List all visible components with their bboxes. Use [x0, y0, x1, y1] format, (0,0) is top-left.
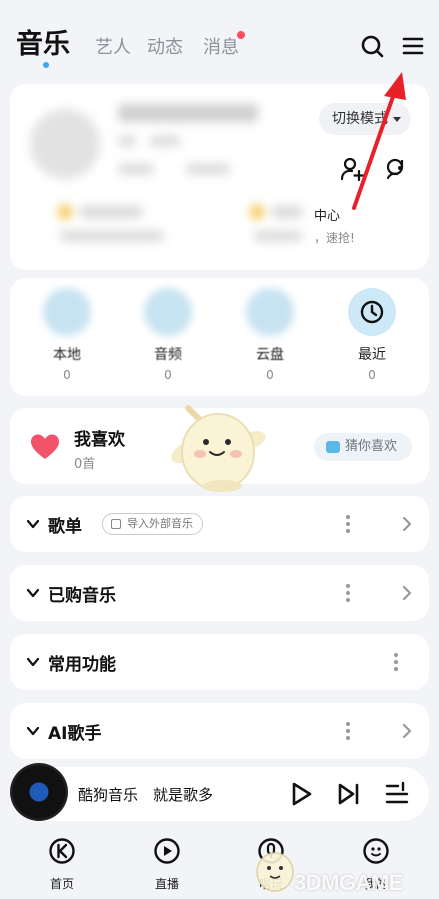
tab-feed[interactable]: 动态 — [147, 33, 183, 59]
quick-entry-label: 本地 — [53, 347, 81, 363]
blurred-profile-info — [10, 84, 305, 270]
section-playlists[interactable]: 歌单 导入外部音乐 — [10, 496, 429, 552]
player-track-title: 酷狗音乐 就是歌多 — [78, 786, 214, 804]
section-title: 常用功能 — [48, 655, 116, 675]
section-ai-singer[interactable]: AI歌手 — [10, 703, 429, 759]
quick-entry-audio[interactable]: 音频 0 — [133, 288, 203, 382]
quick-entry-label: 云盘 — [256, 347, 284, 363]
tab-artists[interactable]: 艺人 — [95, 33, 131, 59]
chevron-down-icon[interactable] — [26, 724, 40, 738]
kugou-home-icon — [49, 838, 75, 864]
import-external-music-button[interactable]: 导入外部音乐 — [102, 513, 203, 535]
guess-button-label: 猜你喜欢 — [345, 439, 398, 454]
quick-entry-count: 0 — [63, 368, 71, 382]
favorites-count: 0首 — [74, 457, 96, 472]
chevron-down-icon[interactable] — [26, 655, 40, 669]
more-options-icon[interactable] — [346, 721, 350, 741]
live-play-icon — [154, 838, 180, 864]
quick-entry-recent[interactable]: 最近 0 — [337, 288, 407, 382]
more-options-icon[interactable] — [346, 583, 350, 603]
menu-icon[interactable] — [401, 34, 425, 58]
album-disc[interactable] — [10, 763, 68, 821]
quick-entry-count: 0 — [368, 368, 376, 382]
nav-live[interactable]: 直播 — [137, 837, 197, 892]
section-title: 已购音乐 — [48, 586, 116, 606]
nav-label: 直播 — [154, 877, 179, 891]
clock-icon — [348, 288, 396, 336]
mascot-illustration — [171, 405, 266, 492]
audio-icon — [144, 288, 192, 336]
quick-entries-card: 本地 0 音频 0 云盘 0 最近 0 — [10, 278, 429, 396]
guess-you-like-button[interactable]: 猜你喜欢 — [314, 433, 412, 461]
annotation-arrow — [352, 72, 406, 210]
chevron-down-icon[interactable] — [26, 586, 40, 600]
vip-grab-label: ，速抢! — [314, 231, 355, 245]
site-watermark: 3DMGAME — [252, 838, 439, 896]
top-tab-bar: 音乐 艺人 动态 消息 — [0, 0, 439, 78]
heart-icon — [31, 434, 59, 459]
nav-home[interactable]: 首页 — [32, 837, 92, 892]
chevron-right-icon[interactable] — [400, 585, 414, 601]
more-options-icon[interactable] — [346, 514, 350, 534]
guess-icon — [326, 441, 340, 453]
quick-entry-label: 音频 — [154, 347, 182, 363]
tab-music[interactable]: 音乐 — [16, 22, 70, 61]
import-icon — [111, 519, 121, 529]
active-tab-indicator — [43, 62, 49, 68]
quick-entry-local[interactable]: 本地 0 — [32, 288, 102, 382]
chevron-right-icon[interactable] — [400, 516, 414, 532]
favorites-title: 我喜欢 — [74, 430, 125, 450]
section-common-functions[interactable]: 常用功能 — [10, 634, 429, 690]
cloud-disk-icon — [246, 288, 294, 336]
nav-label: 首页 — [49, 877, 74, 891]
chevron-right-icon[interactable] — [400, 723, 414, 739]
search-icon[interactable] — [360, 34, 384, 58]
next-track-icon[interactable] — [336, 781, 362, 807]
quick-entry-count: 0 — [266, 368, 274, 382]
play-icon[interactable] — [288, 781, 314, 807]
watermark-mascot-icon — [256, 852, 294, 892]
playlist-icon[interactable] — [384, 781, 410, 807]
mini-player[interactable]: 酷狗音乐 就是歌多 — [10, 763, 429, 821]
more-options-icon[interactable] — [394, 652, 398, 672]
avatar[interactable] — [30, 109, 100, 179]
quick-entry-count: 0 — [164, 368, 172, 382]
watermark-text: 3DMGAME — [294, 870, 403, 895]
vip-center-label[interactable]: 中心 — [314, 205, 340, 224]
chevron-down-icon[interactable] — [26, 517, 40, 531]
quick-entry-cloud[interactable]: 云盘 0 — [235, 288, 305, 382]
tab-messages[interactable]: 消息 — [203, 33, 239, 59]
local-music-icon — [43, 288, 91, 336]
quick-entry-label: 最近 — [358, 347, 386, 363]
import-tag-label: 导入外部音乐 — [127, 517, 193, 530]
section-title: AI歌手 — [48, 724, 102, 744]
message-unread-dot — [237, 31, 245, 39]
section-purchased-music[interactable]: 已购音乐 — [10, 565, 429, 621]
section-title: 歌单 — [48, 517, 82, 537]
